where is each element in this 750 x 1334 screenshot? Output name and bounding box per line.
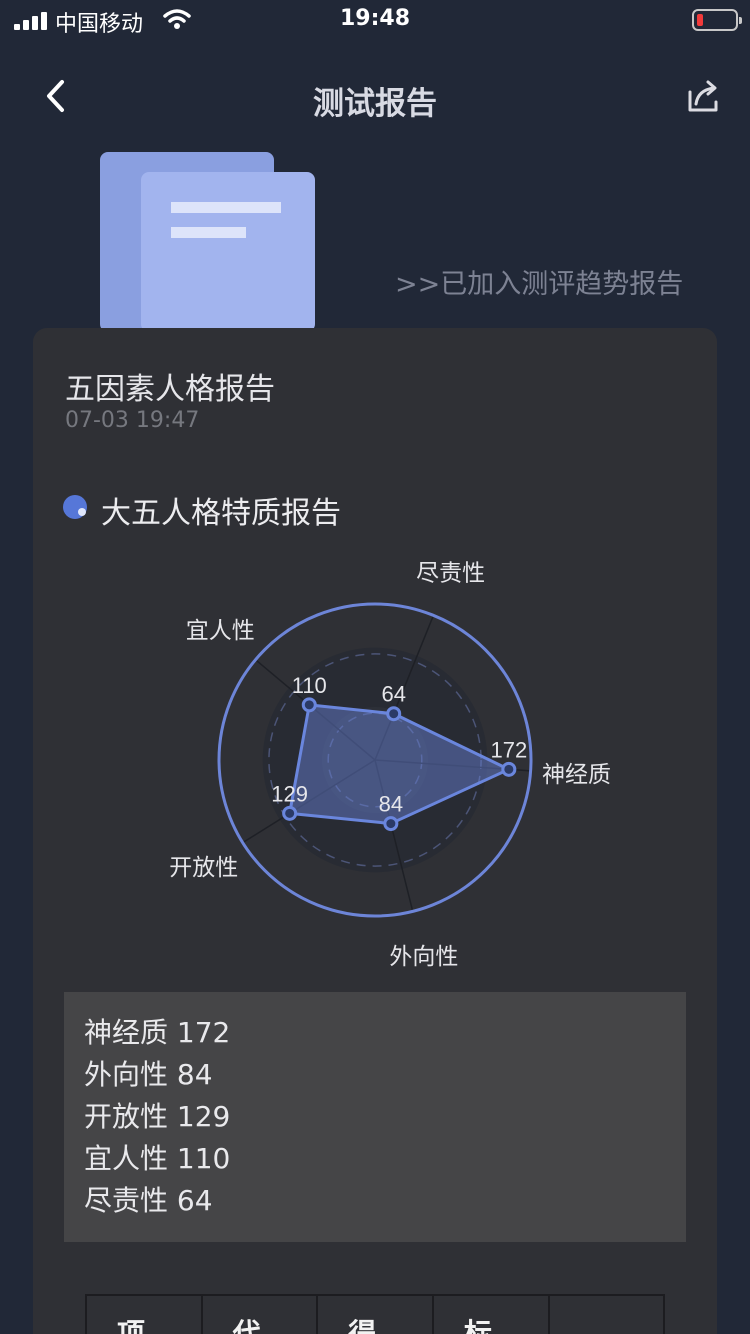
radar-value-label: 64 xyxy=(381,682,405,707)
report-title: 五因素人格报告 xyxy=(65,372,275,407)
navigation-bar: 测试报告 xyxy=(0,60,750,132)
table-header-row: 项 代 得 标 xyxy=(85,1294,665,1334)
summary-line: 外向性 84 xyxy=(84,1058,213,1091)
radar-category-label: 开放性 xyxy=(169,855,238,881)
battery-icon xyxy=(692,9,742,31)
document-illustration-icon xyxy=(100,152,315,332)
summary-line: 宜人性 110 xyxy=(84,1142,231,1175)
table-header-cell: 得 xyxy=(316,1294,434,1334)
radar-data-point xyxy=(282,805,298,821)
section-dot-icon xyxy=(63,495,87,519)
table-header-cell: 标 xyxy=(431,1294,550,1334)
summary-line: 神经质 172 xyxy=(84,1016,231,1049)
radar-chart: 172 84 129 110 64 神经质外向性 开放性 宜人性 尽责性 xyxy=(169,561,611,970)
score-table: 项 代 得 标 xyxy=(85,1294,665,1334)
radar-category-label: 外向性 xyxy=(389,944,458,970)
radar-value-label: 172 xyxy=(490,737,527,762)
radar-category-label: 神经质 xyxy=(542,762,611,788)
page-title: 测试报告 xyxy=(313,86,437,122)
share-icon xyxy=(688,80,718,112)
radar-data-point xyxy=(501,761,517,777)
radar-data-point xyxy=(383,816,399,832)
clock: 19:48 xyxy=(339,6,411,31)
radar-data-point xyxy=(386,706,402,722)
score-summary: 神经质 172 外向性 84 开放性 129 宜人性 110 尽责性 64 xyxy=(64,992,686,1242)
radar-data-point xyxy=(301,697,317,713)
radar-value-label: 129 xyxy=(271,781,308,806)
report-card: 五因素人格报告 07-03 19:47 大五人格特质报告 172 84 129 110… xyxy=(33,328,717,1334)
table-header-cell: 项 xyxy=(85,1294,203,1334)
table-header-cell: 代 xyxy=(200,1294,319,1334)
share-button[interactable] xyxy=(682,76,722,116)
summary-line: 尽责性 64 xyxy=(84,1184,213,1217)
table-header-cell xyxy=(547,1294,665,1334)
status-bar: 中国移动 19:48 xyxy=(0,0,750,40)
radar-value-label: 110 xyxy=(292,673,327,698)
radar-category-label: 宜人性 xyxy=(186,618,255,644)
trend-report-link[interactable]: >>已加入测评趋势报告 xyxy=(395,262,683,301)
summary-line: 开放性 129 xyxy=(84,1100,231,1133)
section-title: 大五人格特质报告 xyxy=(101,496,341,531)
report-date: 07-03 19:47 xyxy=(65,408,200,433)
radar-value-label: 84 xyxy=(379,792,403,817)
radar-category-label: 尽责性 xyxy=(416,561,485,587)
